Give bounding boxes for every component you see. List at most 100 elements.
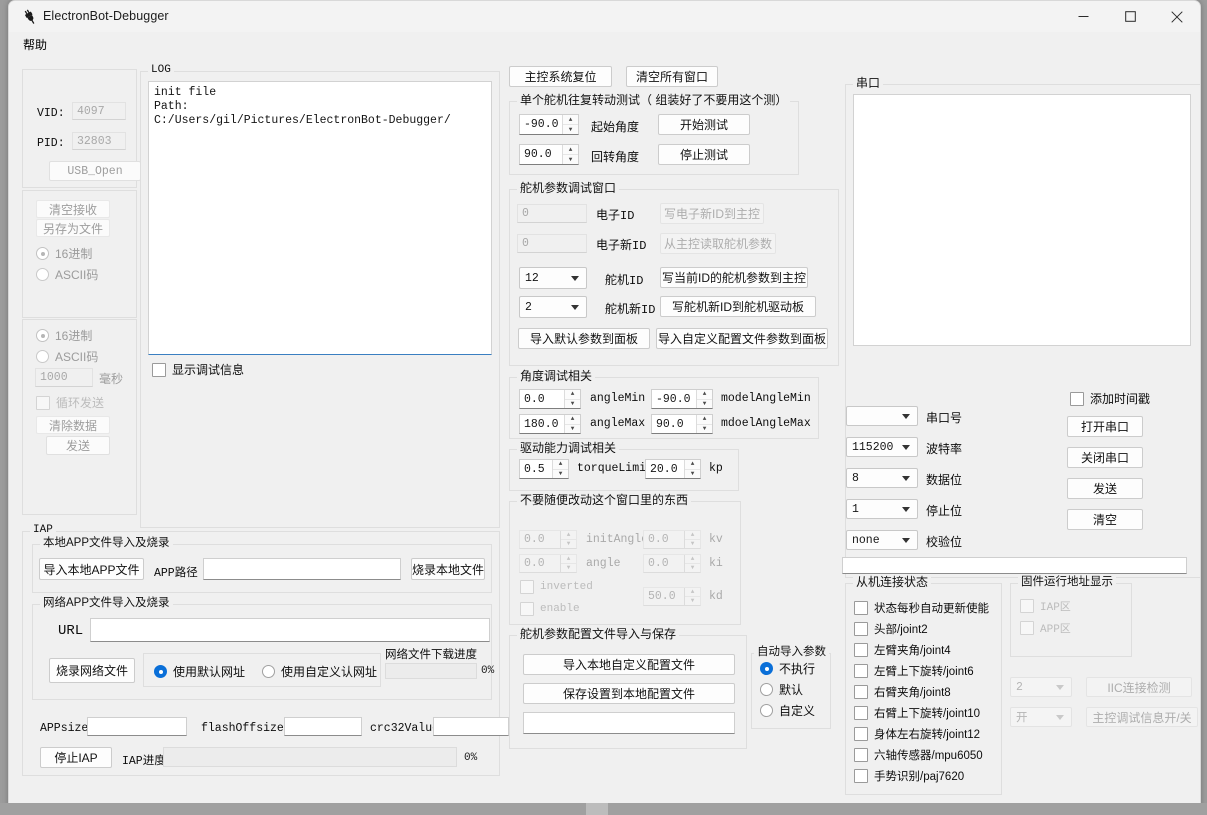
reset-master-button[interactable]: 主控系统复位 bbox=[509, 66, 612, 87]
import-local-app-button[interactable]: 导入本地APP文件 bbox=[39, 558, 144, 580]
slave-status-item[interactable]: 手势识别/paj7620 bbox=[854, 768, 964, 784]
crc32-field[interactable] bbox=[433, 717, 509, 736]
torque-limit-spinner[interactable]: 0.5 ▲ ▼ bbox=[519, 459, 569, 479]
return-angle-spinner[interactable]: 90.0 ▲ ▼ bbox=[519, 144, 579, 165]
spinner-arrows[interactable]: ▲ ▼ bbox=[562, 145, 578, 164]
serial-send-field[interactable] bbox=[842, 557, 1187, 574]
menu-item-help[interactable]: 帮助 bbox=[19, 35, 51, 54]
slave-status-item[interactable]: 右臂上下旋转/joint10 bbox=[854, 705, 980, 721]
start-test-button[interactable]: 开始测试 bbox=[658, 114, 750, 135]
checkbox-box bbox=[1070, 391, 1084, 406]
log-textarea[interactable]: init file Path: C:/Users/gil/Pictures/El… bbox=[148, 81, 492, 355]
spinner-arrows[interactable]: ▲ ▼ bbox=[696, 390, 712, 408]
spinner-arrows[interactable]: ▲ ▼ bbox=[696, 415, 712, 433]
close-serial-port-button[interactable]: 关闭串口 bbox=[1067, 447, 1143, 468]
appsize-field[interactable] bbox=[87, 717, 187, 736]
auto-default-radio[interactable]: 默认 bbox=[760, 681, 803, 698]
iap-progress-value: 0% bbox=[464, 752, 478, 764]
close-button[interactable] bbox=[1154, 1, 1200, 32]
maximize-button[interactable] bbox=[1107, 1, 1153, 32]
spinner-arrows[interactable]: ▲ ▼ bbox=[564, 390, 580, 408]
chevron-down-icon bbox=[571, 305, 579, 310]
send-interval-field[interactable]: 1000 bbox=[35, 368, 93, 387]
flashoffsize-field[interactable] bbox=[284, 717, 362, 736]
add-timestamp-checkbox[interactable]: 添加时间戳 bbox=[1070, 390, 1150, 407]
inverted-checkbox: inverted bbox=[520, 580, 593, 594]
stop-bits-label: 停止位 bbox=[926, 504, 963, 518]
slave-status-item[interactable]: 左臂上下旋转/joint6 bbox=[854, 663, 974, 679]
serial-receive-textarea[interactable] bbox=[853, 94, 1191, 346]
config-path-field[interactable] bbox=[523, 712, 735, 734]
start-angle-spinner[interactable]: -90.0 ▲ ▼ bbox=[519, 114, 579, 135]
write-current-params-button[interactable]: 写当前ID的舵机参数到主控 bbox=[660, 267, 808, 288]
stop-test-button[interactable]: 停止测试 bbox=[658, 144, 750, 165]
model-angle-min-spinner[interactable]: -90.0 ▲ ▼ bbox=[651, 389, 713, 409]
spinner-arrows[interactable]: ▲ ▼ bbox=[562, 115, 578, 134]
auto-none-radio[interactable]: 不执行 bbox=[760, 660, 815, 677]
loop-send-checkbox[interactable]: 循环发送 bbox=[36, 394, 104, 411]
iap-title: IAP bbox=[30, 524, 56, 537]
slave-status-item[interactable]: 右臂夹角/joint8 bbox=[854, 684, 951, 700]
radio-dot bbox=[36, 329, 49, 342]
clear-all-windows-button[interactable]: 清空所有窗口 bbox=[626, 66, 718, 87]
parity-combo[interactable]: none bbox=[846, 530, 918, 550]
spinner-arrows[interactable]: ▲ ▼ bbox=[564, 415, 580, 433]
slave-status-item[interactable]: 头部/joint2 bbox=[854, 621, 928, 637]
show-debug-info-checkbox[interactable]: 显示调试信息 bbox=[152, 361, 244, 378]
url-field[interactable] bbox=[90, 618, 490, 642]
import-custom-params-button[interactable]: 导入自定义配置文件参数到面板 bbox=[656, 328, 828, 349]
spinner-arrows[interactable]: ▲ ▼ bbox=[552, 460, 568, 478]
save-as-file-button[interactable]: 另存为文件 bbox=[36, 219, 110, 237]
import-local-config-button[interactable]: 导入本地自定义配置文件 bbox=[523, 654, 735, 675]
slave-status-item[interactable]: 六轴传感器/mpu6050 bbox=[854, 747, 983, 763]
stop-bits-combo[interactable]: 1 bbox=[846, 499, 918, 519]
slave-status-item[interactable]: 状态每秒自动更新使能 bbox=[854, 600, 989, 616]
use-custom-url-radio[interactable]: 使用自定义认网址 bbox=[262, 663, 377, 680]
firmware-address-title: 固件运行地址显示 bbox=[1018, 576, 1116, 589]
servo-new-id-combo[interactable]: 2 bbox=[519, 296, 587, 318]
receive-hex-radio[interactable]: 16进制 bbox=[36, 245, 92, 262]
title-bar: ElectronBot-Debugger bbox=[9, 1, 1200, 33]
iap-panel: IAP 本地APP文件导入及烧录 导入本地APP文件 APP路径 烧录本地文件 … bbox=[22, 524, 509, 776]
spinner-arrows: ▲ ▼ bbox=[560, 555, 576, 572]
receive-ascii-radio[interactable]: ASCII码 bbox=[36, 266, 98, 283]
use-default-url-radio[interactable]: 使用默认网址 bbox=[154, 663, 245, 680]
baud-rate-combo[interactable]: 115200 bbox=[846, 437, 918, 457]
send-hex-radio[interactable]: 16进制 bbox=[36, 327, 92, 344]
auto-custom-radio[interactable]: 自定义 bbox=[760, 702, 815, 719]
slave-status-item[interactable]: 左臂夹角/joint4 bbox=[854, 642, 951, 658]
serial-port-combo[interactable] bbox=[846, 406, 918, 426]
ki-value: 0.0 bbox=[648, 557, 669, 570]
data-bits-combo[interactable]: 8 bbox=[846, 468, 918, 488]
clear-data-button[interactable]: 清除数据 bbox=[36, 416, 110, 434]
app-path-field[interactable] bbox=[203, 558, 401, 580]
slave-status-item[interactable]: 身体左右旋转/joint12 bbox=[854, 726, 980, 742]
serial-send-button[interactable]: 发送 bbox=[1067, 478, 1143, 499]
data-bits-label: 数据位 bbox=[926, 473, 963, 487]
burn-local-file-button[interactable]: 烧录本地文件 bbox=[411, 558, 485, 580]
serial-clear-button[interactable]: 清空 bbox=[1067, 509, 1143, 530]
send-ascii-radio[interactable]: ASCII码 bbox=[36, 348, 98, 365]
minimize-button[interactable] bbox=[1060, 1, 1106, 32]
radio-dot bbox=[760, 683, 773, 696]
send-button[interactable]: 发送 bbox=[46, 436, 110, 455]
slave-status-label: 头部/joint2 bbox=[874, 624, 928, 636]
radio-dot bbox=[36, 247, 49, 260]
slave-status-label: 六轴传感器/mpu6050 bbox=[874, 750, 983, 762]
save-to-local-config-button[interactable]: 保存设置到本地配置文件 bbox=[523, 683, 735, 704]
kp-spinner[interactable]: 20.0 ▲ ▼ bbox=[645, 459, 701, 479]
stop-iap-button[interactable]: 停止IAP bbox=[40, 747, 112, 768]
model-angle-max-spinner[interactable]: 90.0 ▲ ▼ bbox=[651, 414, 713, 434]
iap-progress-bar bbox=[163, 747, 457, 767]
clear-receive-button[interactable]: 清空接收 bbox=[36, 200, 110, 218]
spinner-arrows[interactable]: ▲ ▼ bbox=[684, 460, 700, 478]
import-default-params-button[interactable]: 导入默认参数到面板 bbox=[518, 328, 650, 349]
config-file-title: 舵机参数配置文件导入与保存 bbox=[517, 628, 680, 641]
usb-open-button[interactable]: USB_Open bbox=[49, 161, 141, 181]
burn-network-file-button[interactable]: 烧录网络文件 bbox=[49, 658, 135, 683]
servo-id-combo[interactable]: 12 bbox=[519, 267, 587, 289]
angle-max-spinner[interactable]: 180.0 ▲ ▼ bbox=[519, 414, 581, 434]
angle-min-spinner[interactable]: 0.0 ▲ ▼ bbox=[519, 389, 581, 409]
open-serial-port-button[interactable]: 打开串口 bbox=[1067, 416, 1143, 437]
write-new-servo-id-button[interactable]: 写舵机新ID到舵机驱动板 bbox=[660, 296, 816, 317]
